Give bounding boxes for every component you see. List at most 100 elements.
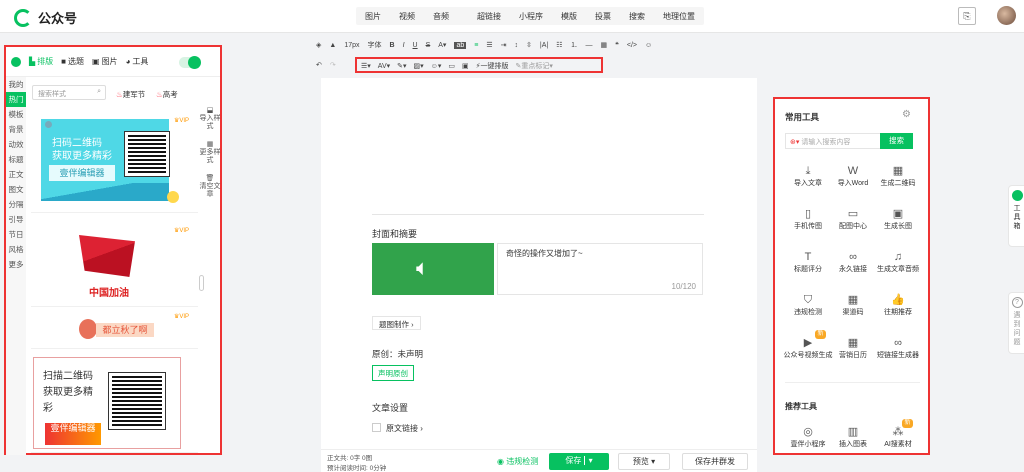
quote-icon[interactable]: ❝ bbox=[615, 41, 619, 49]
category-festival[interactable]: 节日 bbox=[6, 227, 26, 242]
tool-short-link[interactable]: ∞ 短链接生成器 bbox=[870, 336, 926, 360]
search-icon[interactable]: ⌕ bbox=[97, 88, 101, 96]
underline-icon[interactable]: U bbox=[413, 42, 418, 49]
original-link-label[interactable]: 原文链接 › bbox=[386, 423, 423, 434]
insert-audio[interactable]: 音频 bbox=[424, 7, 458, 25]
background-color-icon[interactable]: ab bbox=[454, 41, 467, 49]
insert-link[interactable]: 超链接 bbox=[468, 7, 510, 25]
style-search-input[interactable]: 搜索样式 ⌕ bbox=[32, 85, 106, 100]
category-more[interactable]: 更多 bbox=[6, 257, 26, 272]
font-size-select[interactable]: 17px bbox=[344, 42, 359, 49]
category-divider[interactable]: 分隔 bbox=[6, 197, 26, 212]
category-image-text[interactable]: 图文 bbox=[6, 182, 26, 197]
italic-icon[interactable]: I bbox=[403, 42, 405, 49]
clear-format-icon[interactable]: ▲ bbox=[329, 42, 336, 49]
template-qr-card-2[interactable]: 扫描二维码 获取更多精 彩 壹伴编辑器 bbox=[31, 353, 198, 453]
panel-toggle[interactable] bbox=[179, 56, 201, 69]
cover-image[interactable]: 🔈︎ bbox=[372, 243, 494, 295]
template-china-fighting[interactable]: ♛VIP 中国加油 bbox=[31, 223, 198, 307]
highlight-mark[interactable]: ✎重点标记▾ bbox=[516, 61, 553, 71]
category-title[interactable]: 标题 bbox=[6, 152, 26, 167]
clear-article-button[interactable]: 🗑 清空文章 bbox=[199, 175, 221, 199]
tool-article-audio[interactable]: ♫ 生成文章音频 bbox=[870, 250, 926, 274]
declare-original-button[interactable]: 声明原创 bbox=[372, 365, 414, 381]
import-style-button[interactable]: ⬓ 导入样式 bbox=[199, 107, 221, 131]
font-color-icon[interactable]: A▾ bbox=[438, 41, 446, 49]
magic-wand-icon[interactable]: ✎▾ bbox=[397, 62, 406, 70]
template-autumn[interactable]: ♛VIP 都立秋了啊 bbox=[31, 309, 198, 349]
format-list-icon[interactable]: ☰▾ bbox=[361, 62, 371, 70]
letter-spacing-select-icon[interactable]: AV▾ bbox=[378, 62, 390, 70]
category-mine[interactable]: 我的 bbox=[6, 77, 26, 92]
insert-location[interactable]: 地理位置 bbox=[654, 7, 704, 25]
divider-icon[interactable]: — bbox=[585, 42, 592, 49]
align-center-icon[interactable]: ☰ bbox=[486, 41, 492, 49]
redo-icon[interactable]: ↷ bbox=[330, 61, 336, 69]
box-tool-icon[interactable]: ▣ bbox=[462, 62, 469, 70]
violation-check-link[interactable]: ◉ 违规检测 bbox=[497, 456, 538, 467]
format-brush-icon[interactable]: ◈ bbox=[316, 41, 321, 49]
hot-tag-exam[interactable]: ♨高考 bbox=[156, 89, 178, 100]
category-style[interactable]: 风格 bbox=[6, 242, 26, 257]
document-icon[interactable]: ⎘ bbox=[958, 7, 976, 25]
table-icon[interactable]: ▦ bbox=[600, 41, 607, 49]
insert-template[interactable]: 模版 bbox=[552, 7, 586, 25]
save-and-send-button[interactable]: 保存并群发 bbox=[682, 453, 748, 470]
tool-long-image[interactable]: ▣ 生成长图 bbox=[870, 207, 926, 231]
category-body[interactable]: 正文 bbox=[6, 167, 26, 182]
resize-handle[interactable] bbox=[199, 275, 204, 291]
align-left-icon[interactable]: ≡ bbox=[474, 42, 478, 49]
more-styles-button[interactable]: ▦ 更多样式 bbox=[199, 141, 221, 165]
emoji-icon[interactable]: ☺ bbox=[645, 42, 652, 49]
bold-icon[interactable]: B bbox=[390, 42, 395, 49]
hot-tag-army-day[interactable]: ♨建军节 bbox=[116, 89, 145, 100]
avatar[interactable] bbox=[997, 6, 1016, 25]
layout-tool-icon[interactable]: ▭ bbox=[448, 62, 455, 70]
app-logo[interactable]: 公众号 bbox=[14, 8, 77, 27]
category-template[interactable]: 模板 bbox=[6, 107, 26, 122]
category-guide[interactable]: 引导 bbox=[6, 212, 26, 227]
insert-search[interactable]: 搜索 bbox=[620, 7, 654, 25]
tools-search-input[interactable]: ⊛▾ 请输入搜索内容 bbox=[785, 133, 881, 149]
insert-image[interactable]: 图片 bbox=[356, 7, 390, 25]
tool-generate-qrcode[interactable]: ▦ 生成二维码 bbox=[870, 164, 926, 188]
tab-images[interactable]: ▣ 图片 bbox=[92, 56, 118, 67]
toolbox-float-button[interactable]: 工具箱 bbox=[1008, 185, 1024, 247]
tab-topics[interactable]: ■ 选题 bbox=[61, 56, 84, 67]
paragraph-spacing-icon[interactable]: ⇳ bbox=[526, 41, 532, 49]
indent-icon[interactable]: ⇥ bbox=[501, 41, 507, 49]
chevron-down-icon[interactable]: ▾ bbox=[583, 456, 593, 465]
category-background[interactable]: 背景 bbox=[6, 122, 26, 137]
insert-video[interactable]: 视频 bbox=[390, 7, 424, 25]
tool-past-recommend[interactable]: 👍 往期推荐 bbox=[870, 293, 926, 317]
line-height-icon[interactable]: ↕ bbox=[515, 42, 519, 49]
settings-icon[interactable]: ⚙ bbox=[902, 109, 911, 120]
tab-tools[interactable]: ◕ 工具 bbox=[126, 56, 149, 67]
insert-mini-program[interactable]: 小程序 bbox=[510, 7, 552, 25]
preview-button[interactable]: 预览 ▾ bbox=[618, 453, 670, 470]
cover-make-button[interactable]: 题图制作 › bbox=[372, 316, 421, 330]
strikethrough-icon[interactable]: S bbox=[426, 42, 431, 49]
original-link-checkbox[interactable] bbox=[372, 423, 381, 432]
code-icon[interactable]: </> bbox=[627, 42, 637, 49]
ordered-list-icon[interactable]: ⒈ bbox=[570, 40, 577, 50]
unordered-list-icon[interactable]: ☷ bbox=[556, 41, 562, 49]
font-family-select[interactable]: 字体 bbox=[368, 40, 382, 50]
image-tool-icon[interactable]: ▨▾ bbox=[414, 62, 424, 70]
save-button[interactable]: 保存 ▾ bbox=[549, 453, 609, 470]
category-animation[interactable]: 动效 bbox=[6, 137, 26, 152]
tool-ai-material[interactable]: ⁂ AI搜素材 bbox=[870, 425, 926, 449]
tools-search-button[interactable]: 搜索 bbox=[880, 133, 913, 149]
tab-layout[interactable]: ▙ 排版 bbox=[29, 56, 53, 67]
help-float-button[interactable]: ? 遇到问题 bbox=[1008, 292, 1024, 354]
insert-vote[interactable]: 投票 bbox=[586, 7, 620, 25]
one-click-format[interactable]: ⚡一键排版 bbox=[476, 61, 509, 71]
summary-input[interactable]: 奇怪的操作又增加了~ 10/120 bbox=[497, 243, 703, 295]
letter-spacing-icon[interactable]: |A| bbox=[540, 42, 548, 49]
emoji-tool-icon[interactable]: ☺▾ bbox=[431, 62, 442, 70]
engine-icon[interactable]: ⊛▾ bbox=[790, 139, 799, 146]
template-qr-card-1[interactable]: 扫码二维码 获取更多精彩 壹伴编辑器 ♛VIP bbox=[31, 113, 198, 213]
undo-icon[interactable]: ↶ bbox=[316, 61, 322, 69]
category-hot[interactable]: 热门 bbox=[6, 92, 26, 107]
template-button: 壹伴编辑器 bbox=[45, 423, 101, 445]
